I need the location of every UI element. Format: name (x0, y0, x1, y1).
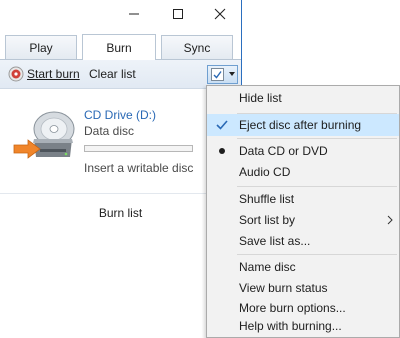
title-bar (0, 0, 242, 28)
close-button[interactable] (198, 0, 242, 28)
menu-item-shuffle-list[interactable]: Shuffle list (207, 188, 399, 210)
menu-separator (237, 138, 397, 139)
burn-progress-bar (84, 145, 193, 152)
menu-item-label: Shuffle list (239, 192, 295, 206)
list-options-menu: Hide list Eject disc after burning Data … (206, 85, 400, 338)
chevron-down-icon (229, 72, 235, 76)
menu-item-view-burn-status[interactable]: View burn status (207, 277, 399, 299)
menu-item-hide-list[interactable]: Hide list (207, 87, 399, 109)
minimize-icon (129, 13, 139, 15)
menu-item-label: Sort list by (239, 213, 296, 227)
tab-burn[interactable]: Burn (82, 34, 156, 60)
checkmark-icon (216, 120, 228, 130)
tab-play[interactable]: Play (5, 35, 77, 59)
start-burn-label: Start burn (27, 67, 80, 81)
menu-item-data-cd-or-dvd[interactable]: Data CD or DVD (207, 140, 399, 162)
chevron-right-icon (387, 215, 393, 225)
burn-disc-icon (8, 66, 24, 82)
maximize-button[interactable] (156, 0, 200, 28)
radio-dot-icon (219, 148, 225, 154)
menu-item-label: Hide list (239, 91, 282, 105)
menu-item-label: View burn status (239, 281, 328, 295)
menu-item-label: Save list as... (239, 234, 311, 248)
menu-item-help-with-burning[interactable]: Help with burning... (207, 315, 399, 337)
menu-item-label: Help with burning... (239, 319, 342, 333)
wmp-burn-window: Play Burn Sync Start burn Clear list CD … (0, 0, 400, 338)
menu-item-label: More burn options... (239, 301, 346, 315)
clear-list-label: Clear list (89, 67, 136, 81)
drive-type: Data disc (84, 124, 135, 138)
menu-item-name-disc[interactable]: Name disc (207, 256, 399, 278)
menu-item-eject-after-burning[interactable]: Eject disc after burning (207, 114, 399, 136)
menu-item-save-list-as[interactable]: Save list as... (207, 230, 399, 252)
menu-item-label: Data CD or DVD (239, 144, 328, 158)
menu-separator (237, 254, 397, 255)
tab-sync[interactable]: Sync (161, 35, 233, 59)
cd-drive-icon[interactable] (10, 105, 76, 171)
menu-separator (237, 186, 397, 187)
maximize-icon (173, 9, 183, 19)
menu-item-label: Name disc (239, 260, 296, 274)
menu-item-label: Audio CD (239, 165, 291, 179)
minimize-button[interactable] (112, 0, 156, 28)
start-burn-button[interactable]: Start burn (8, 66, 80, 82)
tab-play-label: Play (29, 40, 53, 55)
drive-title[interactable]: CD Drive (D:) (84, 108, 156, 122)
menu-item-sort-list-by[interactable]: Sort list by (207, 209, 399, 231)
burn-list-label: Burn list (98, 206, 143, 220)
tab-sync-label: Sync (183, 40, 211, 55)
drive-status: Insert a writable disc (84, 161, 194, 175)
menu-item-label: Eject disc after burning (239, 118, 362, 132)
tab-burn-label: Burn (106, 40, 132, 55)
clear-list-button[interactable]: Clear list (89, 66, 136, 82)
menu-item-audio-cd[interactable]: Audio CD (207, 161, 399, 183)
close-icon (214, 8, 226, 20)
burn-divider (0, 193, 241, 194)
list-options-button[interactable] (207, 65, 238, 84)
list-options-icon (211, 68, 224, 81)
